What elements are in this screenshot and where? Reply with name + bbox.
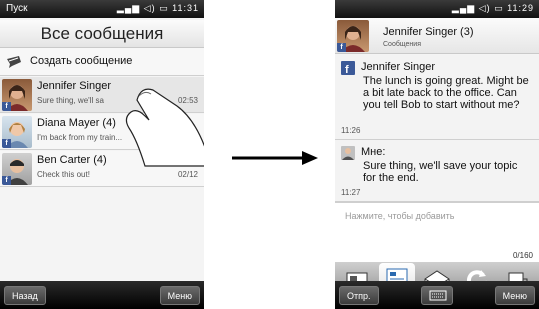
status-bar: Пуск ▂▄▆ ◁) ▭ 11:31 [0,0,204,18]
keyboard-icon [429,290,447,301]
facebook-icon: f [2,102,11,111]
message-time: 11:27 [341,188,361,197]
contact-name: Jennifer Singer (3) [383,26,474,38]
menu-button[interactable]: Меню [159,286,200,305]
compose-message-button[interactable]: Создать сообщение [0,48,204,76]
compose-message-icon [7,56,21,68]
signal-icon: ▂▄▆ [116,3,141,13]
battery-icon: ▭ [494,3,504,13]
volume-icon: ◁) [143,3,156,13]
avatar: f [2,79,32,111]
start-label[interactable]: Пуск [6,3,27,14]
thread-item-diana-mayer[interactable]: f Diana Mayer (4) I'm back from my train… [0,114,204,150]
soft-key-bar: Назад Меню [0,281,204,309]
thread-time: 6 [193,133,198,142]
send-button[interactable]: Отпр. [339,286,379,305]
all-messages-screen: Все сообщения Создать сообщение f Jennif… [0,18,204,281]
message-bubble: Мне: Sure thing, we'll save your topic f… [335,140,539,202]
avatar [341,146,355,160]
clock: 11:29 [507,3,534,13]
thread-time: 02:53 [177,96,198,105]
page-title: Все сообщения [0,20,204,48]
message-text: The lunch is going great. Might be a bit… [363,75,529,111]
input-placeholder: Нажмите, чтобы добавить [345,211,455,221]
message-author: Jennifer Singer [361,61,435,73]
menu-button[interactable]: Меню [494,286,535,305]
compose-message-label: Создать сообщение [30,55,133,67]
thread-item-jennifer-singer[interactable]: f Jennifer Singer Sure thing, we'll sa 0… [0,77,204,113]
signal-icon: ▂▄▆ [451,3,476,13]
status-icons: ▂▄▆ ◁) ▭ 11:29 [452,3,534,14]
thread-item-ben-carter[interactable]: f Ben Carter (4) Check this out! 02/12 [0,151,204,187]
message-bubble: f Jennifer Singer The lunch is going gre… [335,55,539,140]
soft-key-bar: Отпр. Меню [335,281,539,309]
avatar: f [2,116,32,148]
avatar: f [337,20,369,52]
contact-subtitle: Сообщения [383,41,421,48]
thread-snippet: Check this out! [37,170,90,179]
message-time: 11:26 [341,126,361,135]
avatar: f [2,153,32,185]
thread-name: Jennifer Singer [37,80,111,92]
status-bar: ▂▄▆ ◁) ▭ 11:29 [335,0,539,18]
right-phone-screen: ▂▄▆ ◁) ▭ 11:29 f Jennifer Singer (3) Соо… [335,0,539,309]
thread-snippet: I'm back from my train... [37,133,123,142]
message-input-field[interactable]: Нажмите, чтобы добавить 0/160 [335,202,539,262]
status-icons: ▂▄▆ ◁) ▭ 11:31 [117,3,199,14]
thread-snippet: Sure thing, we'll sa [37,96,104,105]
facebook-icon: f [2,176,11,185]
conversation-screen: f Jennifer Singer (3) Сообщения f Jennif… [335,18,539,299]
facebook-icon: f [2,139,11,148]
thread-name: Diana Mayer (4) [37,117,116,129]
message-text: Sure thing, we'll save your topic for th… [363,160,518,184]
character-counter: 0/160 [512,251,533,260]
volume-icon: ◁) [478,3,491,13]
left-phone-screen: Пуск ▂▄▆ ◁) ▭ 11:31 Все сообщения Создат… [0,0,204,309]
svg-text:f: f [345,64,349,75]
back-button[interactable]: Назад [4,286,46,305]
message-author: Мне: [361,146,386,158]
facebook-icon: f [337,43,346,52]
thread-time: 02/12 [177,170,198,179]
battery-icon: ▭ [159,3,169,13]
keyboard-button[interactable] [421,286,453,305]
conversation-header: f Jennifer Singer (3) Сообщения [335,18,539,54]
arrow-right-icon [232,151,318,165]
thread-name: Ben Carter (4) [37,154,107,166]
facebook-icon: f [341,61,355,75]
clock: 11:31 [172,3,199,13]
